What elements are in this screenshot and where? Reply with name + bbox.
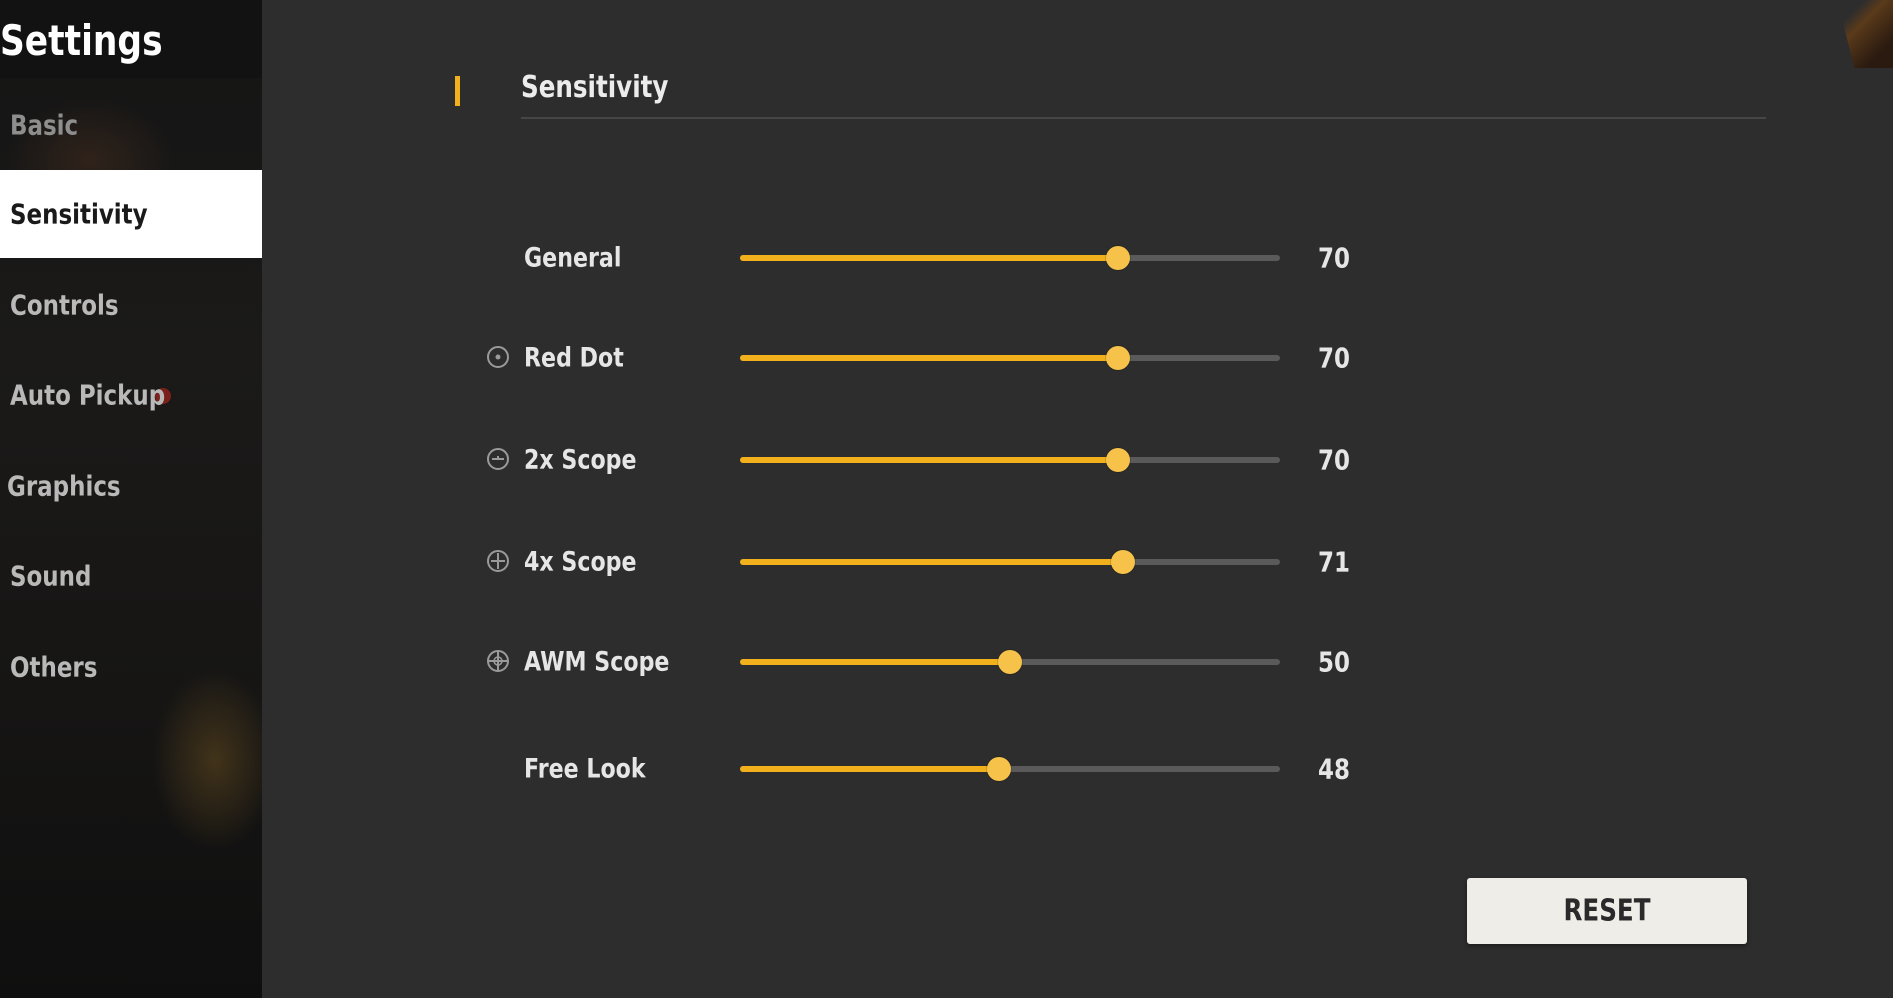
slider-label: Free Look (524, 753, 646, 785)
free-look-slider[interactable] (740, 757, 1280, 781)
4x-scope-icon (487, 550, 509, 572)
slider-label: General (524, 242, 622, 274)
slider-row-awm-scope: AWM Scope 50 (0, 637, 1893, 687)
slider-row-general: General 70 (0, 233, 1893, 283)
slider-row-red-dot: Red Dot 70 (0, 333, 1893, 383)
slider-value: 70 (1318, 443, 1350, 477)
sidebar-item-label: Controls (10, 288, 119, 322)
slider-fill (740, 659, 1010, 665)
corner-decoration (1837, 0, 1893, 68)
slider-value: 70 (1318, 341, 1350, 375)
reset-button[interactable]: RESET (1467, 878, 1747, 944)
slider-knob[interactable] (1106, 448, 1130, 472)
slider-knob[interactable] (1106, 346, 1130, 370)
slider-fill (740, 766, 1000, 772)
slider-row-free-look: Free Look 48 (0, 744, 1893, 794)
slider-label: Red Dot (524, 342, 624, 374)
sidebar: Settings Basic Sensitivity Controls Auto… (0, 0, 262, 998)
slider-knob[interactable] (987, 757, 1012, 781)
slider-label: AWM Scope (524, 646, 670, 678)
slider-fill (740, 355, 1118, 361)
slider-fill (740, 559, 1124, 565)
sidebar-item-label: Basic (10, 108, 79, 142)
section-title: Sensitivity (521, 70, 669, 105)
slider-value: 48 (1318, 752, 1350, 786)
section-divider (521, 117, 1766, 119)
slider-fill (740, 457, 1118, 463)
sidebar-item-label: Auto Pickup (10, 378, 166, 412)
general-slider[interactable] (740, 246, 1280, 270)
red-dot-icon (487, 346, 509, 368)
settings-title: Settings (0, 16, 163, 65)
4x-scope-slider[interactable] (740, 550, 1280, 574)
reset-button-label: RESET (1563, 893, 1651, 929)
slider-value: 50 (1318, 645, 1350, 679)
slider-knob[interactable] (1111, 550, 1136, 574)
red-dot-slider[interactable] (740, 346, 1280, 370)
awm-scope-slider[interactable] (740, 650, 1280, 674)
sidebar-header: Settings (0, 0, 262, 78)
main-panel (262, 0, 1893, 998)
slider-value: 70 (1318, 241, 1350, 275)
slider-knob[interactable] (998, 650, 1022, 674)
2x-scope-icon (487, 448, 509, 470)
sidebar-item-label: Sensitivity (10, 197, 148, 231)
slider-label: 4x Scope (524, 546, 637, 578)
slider-label: 2x Scope (524, 444, 637, 476)
slider-knob[interactable] (1106, 246, 1130, 270)
settings-screen: Settings Basic Sensitivity Controls Auto… (0, 0, 1893, 998)
slider-value: 71 (1318, 545, 1350, 579)
awm-scope-icon (487, 650, 509, 672)
slider-fill (740, 255, 1118, 261)
slider-row-2x-scope: 2x Scope 70 (0, 435, 1893, 485)
sidebar-item-basic[interactable]: Basic (0, 81, 262, 169)
section-accent-bar (455, 76, 460, 106)
slider-row-4x-scope: 4x Scope 71 (0, 537, 1893, 587)
2x-scope-slider[interactable] (740, 448, 1280, 472)
